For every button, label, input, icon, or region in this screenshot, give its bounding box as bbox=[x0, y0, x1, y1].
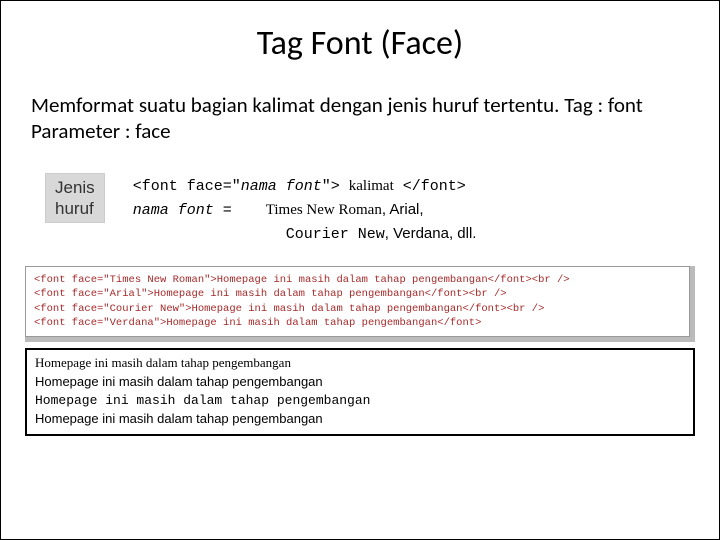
tag-close: </font> bbox=[394, 178, 466, 195]
font-courier: Courier New bbox=[286, 226, 385, 243]
tag-open: <font face=" bbox=[133, 178, 241, 195]
code-line-4: <font face="Verdana">Homepage ini masih … bbox=[34, 316, 681, 330]
code-block: <font face="Times New Roman">Homepage in… bbox=[25, 266, 695, 342]
output-block: Homepage ini masih dalam tahap pengemban… bbox=[25, 348, 695, 436]
slide-title: Tag Font (Face) bbox=[1, 23, 719, 64]
font-tnr: Times New Roman bbox=[266, 202, 382, 218]
label-line-1: Jenis bbox=[55, 177, 95, 198]
syntax-line-2: nama font =Times New Roman, Arial, bbox=[133, 198, 477, 222]
output-line-tnr: Homepage ini masih dalam tahap pengemban… bbox=[35, 354, 685, 373]
code-line-2: <font face="Arial">Homepage ini masih da… bbox=[34, 287, 681, 301]
output-line-courier: Homepage ini masih dalam tahap pengemban… bbox=[35, 392, 685, 411]
eq-sign: = bbox=[214, 202, 232, 219]
output-line-arial: Homepage ini masih dalam tahap pengemban… bbox=[35, 373, 685, 392]
code-line-1: <font face="Times New Roman">Homepage in… bbox=[34, 273, 681, 287]
font-verdana: Verdana, dll. bbox=[393, 225, 476, 242]
syntax-line-3: Courier New, Verdana, dll. bbox=[133, 222, 477, 246]
kalimat-text: kalimat bbox=[349, 178, 394, 194]
syntax-content: <font face="nama font"> kalimat </font> … bbox=[133, 173, 477, 247]
syntax-line-1: <font face="nama font"> kalimat </font> bbox=[133, 175, 477, 198]
label-line-2: huruf bbox=[55, 198, 95, 219]
output-line-verdana: Homepage ini masih dalam tahap pengemban… bbox=[35, 410, 685, 429]
slide-description: Memformat suatu bagian kalimat dengan je… bbox=[1, 92, 719, 145]
syntax-row: Jenis huruf <font face="nama font"> kali… bbox=[1, 173, 719, 247]
font-pre4: , bbox=[385, 225, 393, 242]
eq-left: nama font bbox=[133, 202, 214, 219]
code-line-3: <font face="Courier New">Homepage ini ma… bbox=[34, 302, 681, 316]
label-box: Jenis huruf bbox=[45, 173, 105, 224]
tag-mid: "> bbox=[322, 178, 349, 195]
tag-param: nama font bbox=[241, 178, 322, 195]
code-inner: <font face="Times New Roman">Homepage in… bbox=[25, 266, 690, 337]
font-arial: Arial, bbox=[389, 201, 423, 218]
